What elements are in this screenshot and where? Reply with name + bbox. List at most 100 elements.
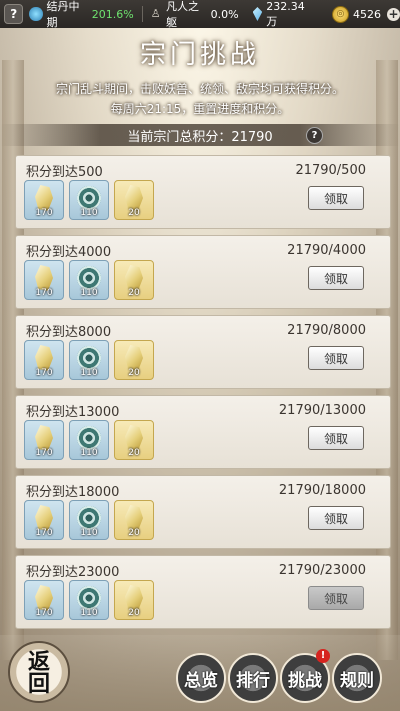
- back-label: 返 回: [27, 649, 50, 697]
- realm-name: 结丹中期: [46, 0, 80, 29]
- rules-label: 规则: [340, 670, 374, 691]
- page-description: 宗门乱斗期间，击败妖兽、统领、敌宗均可获得积分。 每周六21:15，重置进度和积…: [0, 79, 400, 119]
- swirl-orb-icon: [77, 186, 101, 210]
- item-count: 110: [80, 608, 98, 618]
- reward-item[interactable]: 170: [24, 260, 64, 300]
- status-bar: ? 结丹中期 201.6% ♙ 凡人之躯 0.0% 232.34万 ◎ 4526…: [0, 0, 400, 30]
- swirl-orb-icon: [77, 426, 101, 450]
- item-count: 20: [128, 608, 140, 618]
- swirl-orb-icon: [77, 586, 101, 610]
- swirl-orb-icon: [77, 346, 101, 370]
- reward-card: 积分到达4000 21790/4000 170 110 20 领取: [15, 235, 391, 309]
- item-count: 20: [128, 448, 140, 458]
- rules-button[interactable]: 规则: [332, 653, 382, 703]
- reward-progress: 21790/18000: [278, 483, 366, 498]
- item-count: 20: [128, 288, 140, 298]
- claim-button[interactable]: 领取: [308, 506, 364, 530]
- reward-item[interactable]: 20: [114, 260, 154, 300]
- help-button[interactable]: ?: [4, 4, 24, 24]
- reward-item[interactable]: 110: [69, 180, 109, 220]
- reward-item[interactable]: 170: [24, 340, 64, 380]
- reward-item[interactable]: 170: [24, 580, 64, 620]
- reward-items: 170 110 20: [24, 260, 154, 300]
- reward-item[interactable]: 110: [69, 340, 109, 380]
- item-count: 110: [80, 368, 98, 378]
- reward-item[interactable]: 170: [24, 180, 64, 220]
- gem-counter: 232.34万: [252, 0, 314, 29]
- realm-orb-icon: [29, 7, 43, 21]
- desc-line-2: 每周六21:15，重置进度和积分。: [110, 102, 290, 116]
- coin-icon: ◎: [331, 5, 349, 23]
- item-count: 20: [128, 368, 140, 378]
- reward-threshold-label: 积分到达13000: [26, 405, 120, 420]
- bottom-bar: 返 回 总览 排行 挑战 ! 规则: [0, 635, 400, 711]
- reward-items: 170 110 20: [24, 340, 154, 380]
- reward-items: 170 110 20: [24, 180, 154, 220]
- coin-counter: ◎ 4526 +: [331, 5, 400, 23]
- reward-card: 积分到达8000 21790/8000 170 110 20 领取: [15, 315, 391, 389]
- figure-icon: ♙: [150, 7, 161, 20]
- reward-items: 170 110 20: [24, 420, 154, 460]
- reward-progress: 21790/8000: [287, 323, 366, 338]
- reward-threshold-label: 积分到达18000: [26, 485, 120, 500]
- reward-items: 170 110 20: [24, 580, 154, 620]
- item-count: 170: [35, 288, 53, 298]
- item-count: 110: [80, 448, 98, 458]
- back-button[interactable]: 返 回: [8, 641, 70, 703]
- claim-button[interactable]: 领取: [308, 346, 364, 370]
- divider: [141, 6, 143, 22]
- gem-icon: [252, 7, 263, 21]
- overview-button[interactable]: 总览: [176, 653, 226, 703]
- coin-amount: 4526: [352, 7, 381, 21]
- reward-item[interactable]: 110: [69, 500, 109, 540]
- item-count: 170: [35, 368, 53, 378]
- reward-items: 170 110 20: [24, 500, 154, 540]
- reward-item[interactable]: 20: [114, 580, 154, 620]
- total-score: 当前宗门总积分：21790: [127, 129, 273, 145]
- item-count: 110: [80, 528, 98, 538]
- claim-button[interactable]: 领取: [308, 266, 364, 290]
- reward-progress: 21790/500: [295, 163, 366, 178]
- reward-item[interactable]: 170: [24, 500, 64, 540]
- reward-item[interactable]: 170: [24, 420, 64, 460]
- rank-label: 排行: [236, 670, 270, 691]
- reward-item[interactable]: 110: [69, 580, 109, 620]
- swirl-orb-icon: [77, 266, 101, 290]
- body-percent: 0.0%: [210, 7, 239, 21]
- swirl-orb-icon: [77, 506, 101, 530]
- reward-item[interactable]: 110: [69, 260, 109, 300]
- item-count: 110: [80, 208, 98, 218]
- notification-badge: !: [316, 649, 330, 663]
- reward-threshold-label: 积分到达8000: [26, 325, 112, 340]
- reward-threshold-label: 积分到达23000: [26, 565, 120, 580]
- reward-card: 积分到达23000 21790/23000 170 110 20 领取: [15, 555, 391, 629]
- claim-button[interactable]: 领取: [308, 426, 364, 450]
- realm-percent: 201.6%: [91, 7, 134, 21]
- reward-card: 积分到达18000 21790/18000 170 110 20 领取: [15, 475, 391, 549]
- challenge-button[interactable]: 挑战 !: [280, 649, 330, 703]
- item-count: 20: [128, 528, 140, 538]
- total-score-bar: 当前宗门总积分：21790 ?: [0, 124, 400, 146]
- claim-button[interactable]: 领取: [308, 586, 364, 610]
- desc-line-1: 宗门乱斗期间，击败妖兽、统领、敌宗均可获得积分。: [55, 82, 344, 96]
- gem-amount: 232.34万: [266, 0, 305, 28]
- reward-item[interactable]: 20: [114, 420, 154, 460]
- add-coin-button[interactable]: +: [386, 7, 400, 21]
- claim-button[interactable]: 领取: [308, 186, 364, 210]
- item-count: 110: [80, 288, 98, 298]
- reward-item[interactable]: 20: [114, 340, 154, 380]
- page-title: 宗门挑战: [139, 40, 260, 70]
- reward-item[interactable]: 20: [114, 180, 154, 220]
- reward-threshold-label: 积分到达4000: [26, 245, 112, 260]
- reward-progress: 21790/4000: [287, 243, 366, 258]
- reward-list[interactable]: 积分到达500 21790/500 170 110 20 领取 积分到达4000 21790/…: [15, 155, 391, 635]
- rank-button[interactable]: 排行: [228, 653, 278, 703]
- reward-item[interactable]: 20: [114, 500, 154, 540]
- item-count: 170: [35, 448, 53, 458]
- reward-threshold-label: 积分到达500: [26, 165, 103, 180]
- item-count: 170: [35, 208, 53, 218]
- item-count: 170: [35, 608, 53, 618]
- body-status: ♙ 凡人之躯 0.0%: [151, 0, 239, 30]
- reward-item[interactable]: 110: [69, 420, 109, 460]
- score-help-button[interactable]: ?: [306, 127, 323, 144]
